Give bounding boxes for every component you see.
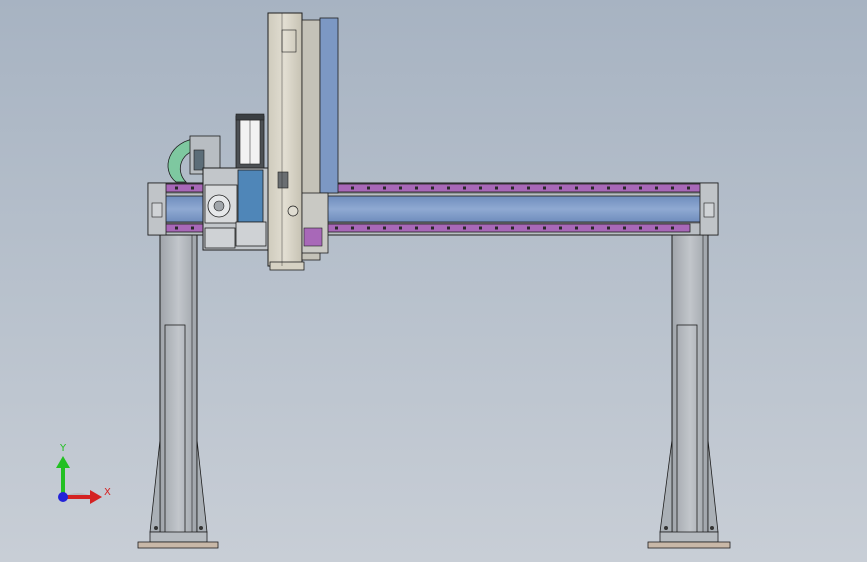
gantry-robot-model[interactable]	[0, 0, 867, 562]
x-carriage	[202, 167, 270, 251]
z-column	[267, 12, 339, 271]
axis-triad-icon	[56, 456, 102, 504]
x-axis-label: X	[104, 487, 111, 498]
left-leg	[137, 231, 219, 549]
y-axis-label: Y	[60, 443, 67, 454]
right-leg	[647, 231, 731, 549]
z-motor	[235, 113, 265, 169]
cad-viewport[interactable]: Y X	[0, 0, 867, 562]
